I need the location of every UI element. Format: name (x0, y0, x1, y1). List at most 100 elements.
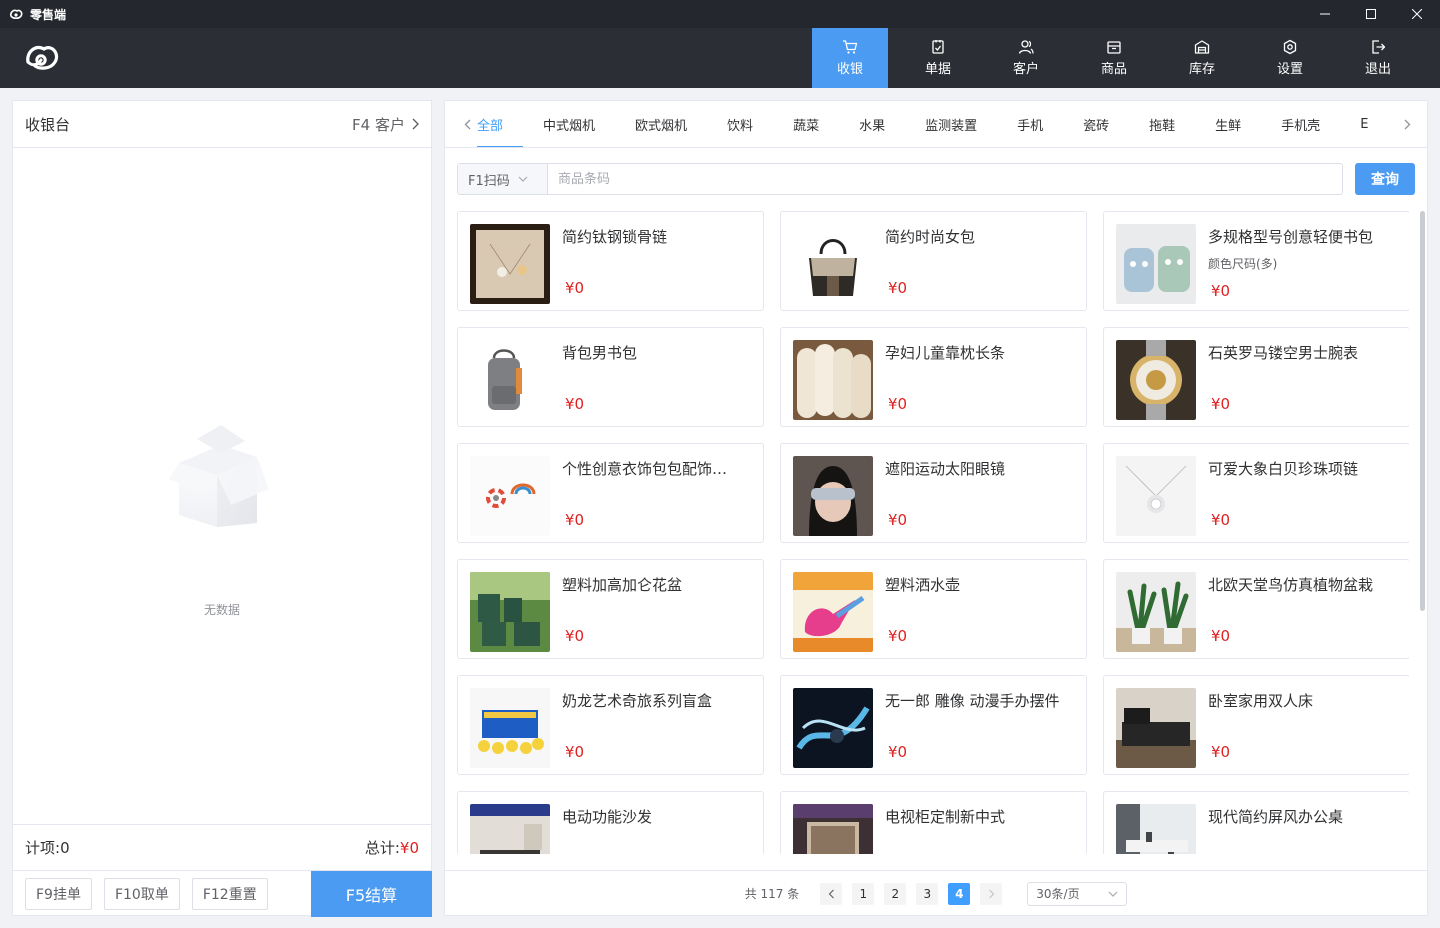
product-card[interactable]: 现代简约屏风办公桌¥0 (1103, 791, 1409, 854)
page-number-button[interactable]: 3 (916, 882, 939, 905)
barcode-input[interactable] (548, 164, 1342, 194)
pagination: 共 117 条 1234 30条/页 (445, 870, 1427, 916)
product-price: ¥0 (565, 279, 585, 297)
reset-button[interactable]: F12重置 (191, 877, 268, 910)
cashier-title: 收银台 (25, 115, 71, 134)
product-price: ¥0 (888, 627, 908, 645)
category-tab[interactable]: 拖鞋 (1129, 101, 1195, 147)
product-card[interactable]: 多规格型号创意轻便书包 颜色尺码(多) ¥0 (1103, 211, 1409, 311)
product-name: 背包男书包 (562, 344, 638, 362)
tabs-scroll-left-icon[interactable] (459, 101, 475, 147)
top-header: 收银 单据 客户 商品 库存 设置 退出 (0, 28, 1440, 88)
minimize-icon[interactable] (1302, 0, 1348, 28)
category-tab[interactable]: 饮料 (707, 101, 773, 147)
page-number-button[interactable]: 1 (852, 882, 875, 905)
logout-icon (1372, 40, 1386, 54)
prev-page-button[interactable] (820, 882, 843, 905)
product-card[interactable]: 电视柜定制新中式¥0 (780, 791, 1087, 854)
product-card[interactable]: 遮阳运动太阳眼镜 ¥0 (780, 443, 1087, 543)
nav-documents[interactable]: 单据 (900, 28, 976, 88)
maximize-icon[interactable] (1348, 0, 1394, 28)
product-image (470, 804, 550, 854)
next-page-button[interactable] (980, 882, 1003, 905)
nav-customers[interactable]: 客户 (988, 28, 1064, 88)
tab-list: 全部 中式烟机 欧式烟机 饮料 蔬菜 水果 监测装置 手机 瓷砖 拖鞋 生鲜 手机壳 E (477, 101, 1388, 147)
category-tab[interactable]: 中式烟机 (523, 101, 615, 147)
chevron-right-icon (988, 889, 995, 898)
nav-cashier[interactable]: 收银 (812, 28, 888, 88)
category-tab[interactable]: 手机壳 (1261, 101, 1340, 147)
product-image (1116, 572, 1196, 652)
tabs-scroll-right-icon[interactable] (1399, 101, 1415, 147)
nav-products[interactable]: 商品 (1076, 28, 1152, 88)
product-price: ¥0 (565, 627, 585, 645)
product-price: ¥0 (1211, 395, 1231, 413)
product-card[interactable]: 电动功能沙发¥0 (457, 791, 764, 854)
logo-icon (24, 40, 60, 74)
retrieve-order-button[interactable]: F10取单 (103, 877, 180, 910)
query-button[interactable]: 查询 (1355, 163, 1415, 195)
product-image (470, 224, 550, 304)
nav-label: 商品 (1100, 62, 1127, 77)
category-tab[interactable]: 生鲜 (1195, 101, 1261, 147)
chevron-down-icon (518, 176, 528, 182)
nav-settings[interactable]: 设置 (1252, 28, 1328, 88)
page-size-select[interactable]: 30条/页 (1027, 881, 1128, 906)
product-name: 无一郎 雕像 动漫手办摆件 (885, 692, 1060, 710)
product-image (793, 804, 873, 854)
product-image (470, 456, 550, 536)
product-image (1116, 688, 1196, 768)
grid-scrollbar[interactable] (1420, 211, 1425, 611)
close-icon[interactable] (1394, 0, 1440, 28)
product-card[interactable]: 卧室家用双人床 ¥0 (1103, 675, 1409, 775)
nav-label: 退出 (1364, 62, 1391, 77)
warehouse-icon (1194, 40, 1210, 54)
category-tab[interactable]: E (1340, 101, 1388, 147)
category-tab[interactable]: 手机 (997, 101, 1063, 147)
search-mode-select[interactable]: F1扫码 (458, 164, 548, 194)
page-number-button[interactable]: 2 (884, 882, 907, 905)
product-card[interactable]: 孕妇儿童靠枕长条 ¥0 (780, 327, 1087, 427)
nav-inventory[interactable]: 库存 (1164, 28, 1240, 88)
checkout-button[interactable]: F5结算 (311, 871, 432, 917)
product-card[interactable]: 奶龙艺术奇旅系列盲盒 ¥0 (457, 675, 764, 775)
category-tab[interactable]: 水果 (839, 101, 905, 147)
product-price: ¥0 (565, 511, 585, 529)
product-card[interactable]: 塑料加高加仑花盆 ¥0 (457, 559, 764, 659)
product-price: ¥0 (565, 743, 585, 761)
product-card[interactable]: 个性创意衣饰包包配饰… ¥0 (457, 443, 764, 543)
product-name: 简约时尚女包 (885, 228, 976, 246)
product-name: 现代简约屏风办公桌 (1208, 808, 1344, 826)
category-tab[interactable]: 蔬菜 (773, 101, 839, 147)
product-card[interactable]: 北欧天堂鸟仿真植物盆栽 ¥0 (1103, 559, 1409, 659)
product-card[interactable]: 塑料洒水壶 ¥0 (780, 559, 1087, 659)
product-price: ¥0 (1211, 282, 1231, 300)
category-tab[interactable]: 全部 (477, 101, 524, 147)
cart-summary: 计项:0 总计:¥0 (13, 824, 431, 870)
product-name: 简约钛钢锁骨链 (562, 228, 668, 246)
category-tab[interactable]: 欧式烟机 (615, 101, 707, 147)
product-card[interactable]: 背包男书包 ¥0 (457, 327, 764, 427)
item-count: 计项:0 (25, 837, 70, 858)
cashier-actions: F9挂单 F10取单 F12重置 F5结算 (13, 870, 432, 917)
product-card[interactable]: 可爱大象白贝珍珠项链 ¥0 (1103, 443, 1409, 543)
product-name: 多规格型号创意轻便书包 (1208, 228, 1374, 246)
category-tab[interactable]: 监测装置 (905, 101, 997, 147)
product-card[interactable]: 简约钛钢锁骨链 ¥0 (457, 211, 764, 311)
product-name: 奶龙艺术奇旅系列盲盒 (562, 692, 713, 710)
total-value: ¥0 (399, 839, 419, 857)
product-card[interactable]: 简约时尚女包 ¥0 (780, 211, 1087, 311)
hold-order-button[interactable]: F9挂单 (25, 877, 92, 910)
product-name: 北欧天堂鸟仿真植物盆栽 (1208, 576, 1374, 594)
customer-button[interactable]: F4 客户 (352, 114, 419, 135)
category-tab[interactable]: 瓷砖 (1063, 101, 1129, 147)
product-image (1116, 224, 1196, 304)
nav-label: 设置 (1276, 62, 1303, 77)
nav-logout[interactable]: 退出 (1340, 28, 1416, 88)
page-number-button[interactable]: 4 (948, 882, 971, 905)
title-bar: 零售端 (0, 0, 1440, 28)
product-image (1116, 340, 1196, 420)
customer-label: F4 客户 (352, 115, 405, 134)
product-card[interactable]: 无一郎 雕像 动漫手办摆件 ¥0 (780, 675, 1087, 775)
product-card[interactable]: 石英罗马镂空男士腕表 ¥0 (1103, 327, 1409, 427)
